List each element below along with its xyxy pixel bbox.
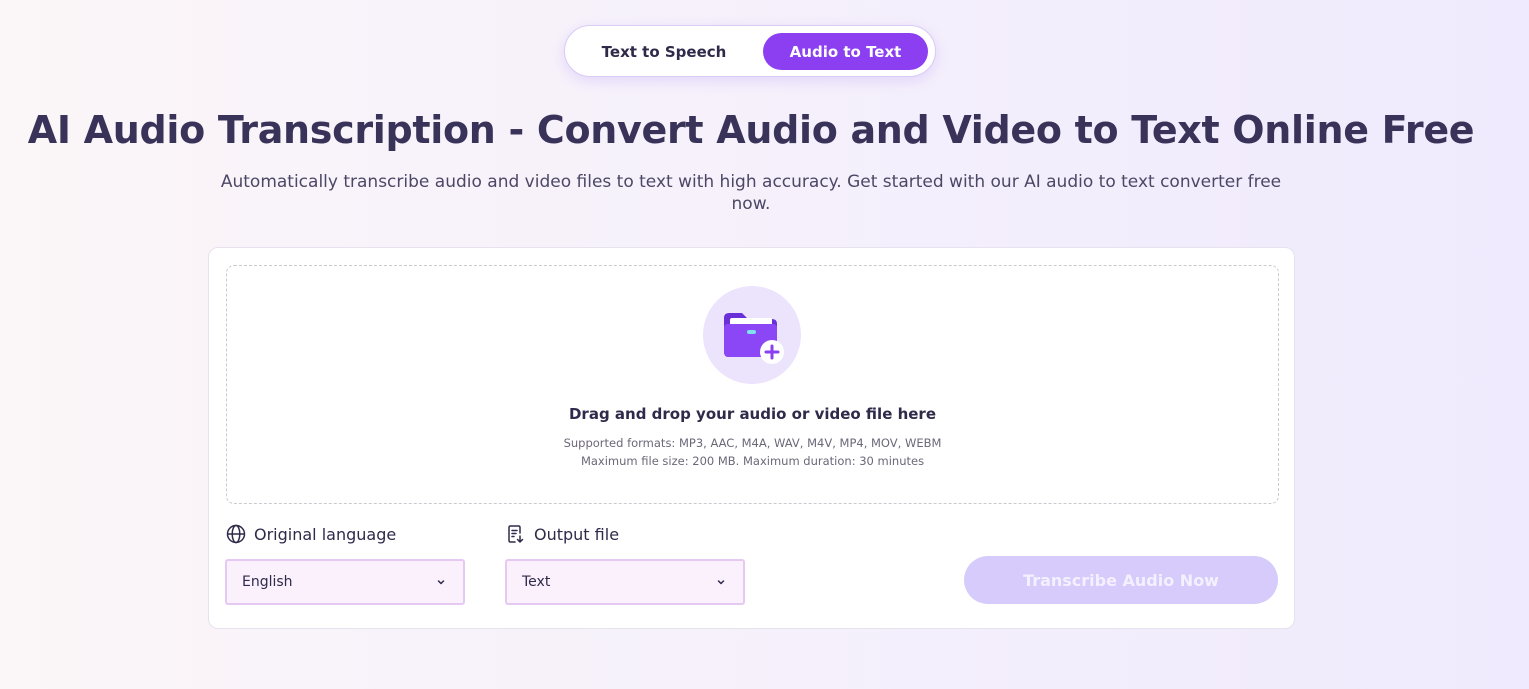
original-language-value: English [242, 574, 293, 590]
page-subtitle: Automatically transcribe audio and video… [220, 172, 1282, 214]
original-language-select[interactable]: English [225, 559, 465, 605]
dropzone-prompt: Drag and drop your audio or video file h… [568, 405, 937, 423]
original-language-label: Original language [225, 523, 396, 545]
transcribe-button[interactable]: Transcribe Audio Now [964, 556, 1278, 604]
output-file-label: Output file [505, 523, 619, 545]
folder-plus-icon [703, 286, 801, 384]
globe-icon [225, 523, 247, 545]
supported-formats: Supported formats: MP3, AAC, M4A, WAV, M… [563, 436, 942, 450]
mode-switcher: Text to Speech Audio to Text [564, 25, 936, 77]
output-file-select[interactable]: Text [505, 559, 745, 605]
tab-text-to-speech[interactable]: Text to Speech [587, 33, 741, 70]
output-file-text: Output file [534, 524, 620, 544]
original-language-text: Original language [254, 524, 397, 544]
chevron-down-icon [715, 575, 727, 589]
tab-audio-to-text[interactable]: Audio to Text [763, 33, 928, 70]
page-title: AI Audio Transcription - Convert Audio a… [27, 108, 1475, 152]
transcription-card: Drag and drop your audio or video file h… [208, 247, 1295, 629]
document-download-icon [505, 523, 527, 545]
chevron-down-icon [435, 575, 447, 589]
file-limits: Maximum file size: 200 MB. Maximum durat… [580, 454, 925, 468]
file-dropzone[interactable]: Drag and drop your audio or video file h… [226, 265, 1279, 504]
output-file-value: Text [522, 574, 551, 590]
